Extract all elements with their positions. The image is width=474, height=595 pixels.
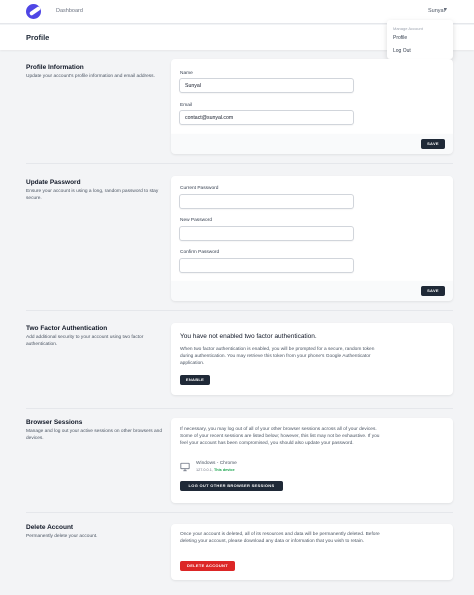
confirm-password-field[interactable]	[179, 258, 354, 273]
session-ip: 127.0.0.1,	[196, 468, 213, 472]
app-logo-icon[interactable]	[26, 4, 41, 19]
save-profile-button[interactable]: SAVE	[421, 139, 445, 149]
email-label: Email	[180, 103, 192, 108]
section-divider	[26, 408, 453, 409]
profile-info-description: Update your account's profile informatio…	[26, 74, 155, 79]
logout-other-sessions-button[interactable]: LOG OUT OTHER BROWSER SESSIONS	[180, 481, 283, 491]
section-divider	[26, 512, 453, 513]
two-factor-title: Two Factor Authentication	[26, 325, 108, 332]
session-this-device: This device	[213, 468, 235, 472]
name-field[interactable]: Sunyal	[179, 78, 354, 93]
name-value: Sunyal	[185, 83, 201, 89]
dropdown-item-logout[interactable]: Log Out	[393, 48, 411, 54]
monitor-icon	[180, 462, 190, 472]
profile-info-title: Profile Information	[26, 64, 84, 71]
two-factor-status: You have not enabled two factor authenti…	[180, 333, 317, 340]
delete-account-button[interactable]: DELETE ACCOUNT	[180, 561, 235, 571]
password-description: Ensure your account is using a long, ran…	[26, 189, 159, 201]
section-divider	[26, 163, 453, 164]
nav-link-dashboard[interactable]: Dashboard	[56, 8, 83, 14]
email-value: contact@sunyal.com	[185, 115, 234, 121]
sessions-body: If necessary, you may log out of all of …	[180, 427, 380, 446]
dropdown-item-profile[interactable]: Profile	[393, 35, 407, 41]
sessions-description: Manage and log out your active sessions …	[26, 429, 162, 441]
user-menu-button[interactable]: Sunyal	[428, 8, 445, 14]
session-ip-line: 127.0.0.1, This device	[196, 468, 235, 472]
password-title: Update Password	[26, 179, 81, 186]
delete-title: Delete Account	[26, 524, 74, 531]
password-footer	[171, 281, 453, 301]
two-factor-body: When two factor authentication is enable…	[180, 347, 375, 366]
sessions-title: Browser Sessions	[26, 419, 83, 426]
dropdown-header: Manage Account	[393, 26, 423, 31]
delete-description: Permanently delete your account.	[26, 534, 98, 539]
delete-body: Once your account is deleted, all of its…	[180, 532, 380, 544]
new-password-field[interactable]	[179, 226, 354, 241]
enable-two-factor-button[interactable]: ENABLE	[180, 375, 210, 385]
two-factor-description: Add additional security to your account …	[26, 335, 144, 347]
section-divider	[26, 310, 453, 311]
user-dropdown-menu: Manage Account Profile Log Out	[387, 20, 453, 59]
current-password-field[interactable]	[179, 194, 354, 209]
profile-info-footer	[171, 134, 453, 154]
chevron-down-icon[interactable]: ▾	[444, 6, 447, 13]
session-device: Windows - Chrome	[196, 461, 237, 466]
new-password-label: New Password	[180, 218, 212, 223]
current-password-label: Current Password	[180, 186, 219, 191]
save-password-button[interactable]: SAVE	[421, 286, 445, 296]
name-label: Name	[180, 71, 193, 76]
confirm-password-label: Confirm Password	[180, 250, 220, 255]
page-title: Profile	[26, 33, 50, 42]
email-field[interactable]: contact@sunyal.com	[179, 110, 354, 125]
